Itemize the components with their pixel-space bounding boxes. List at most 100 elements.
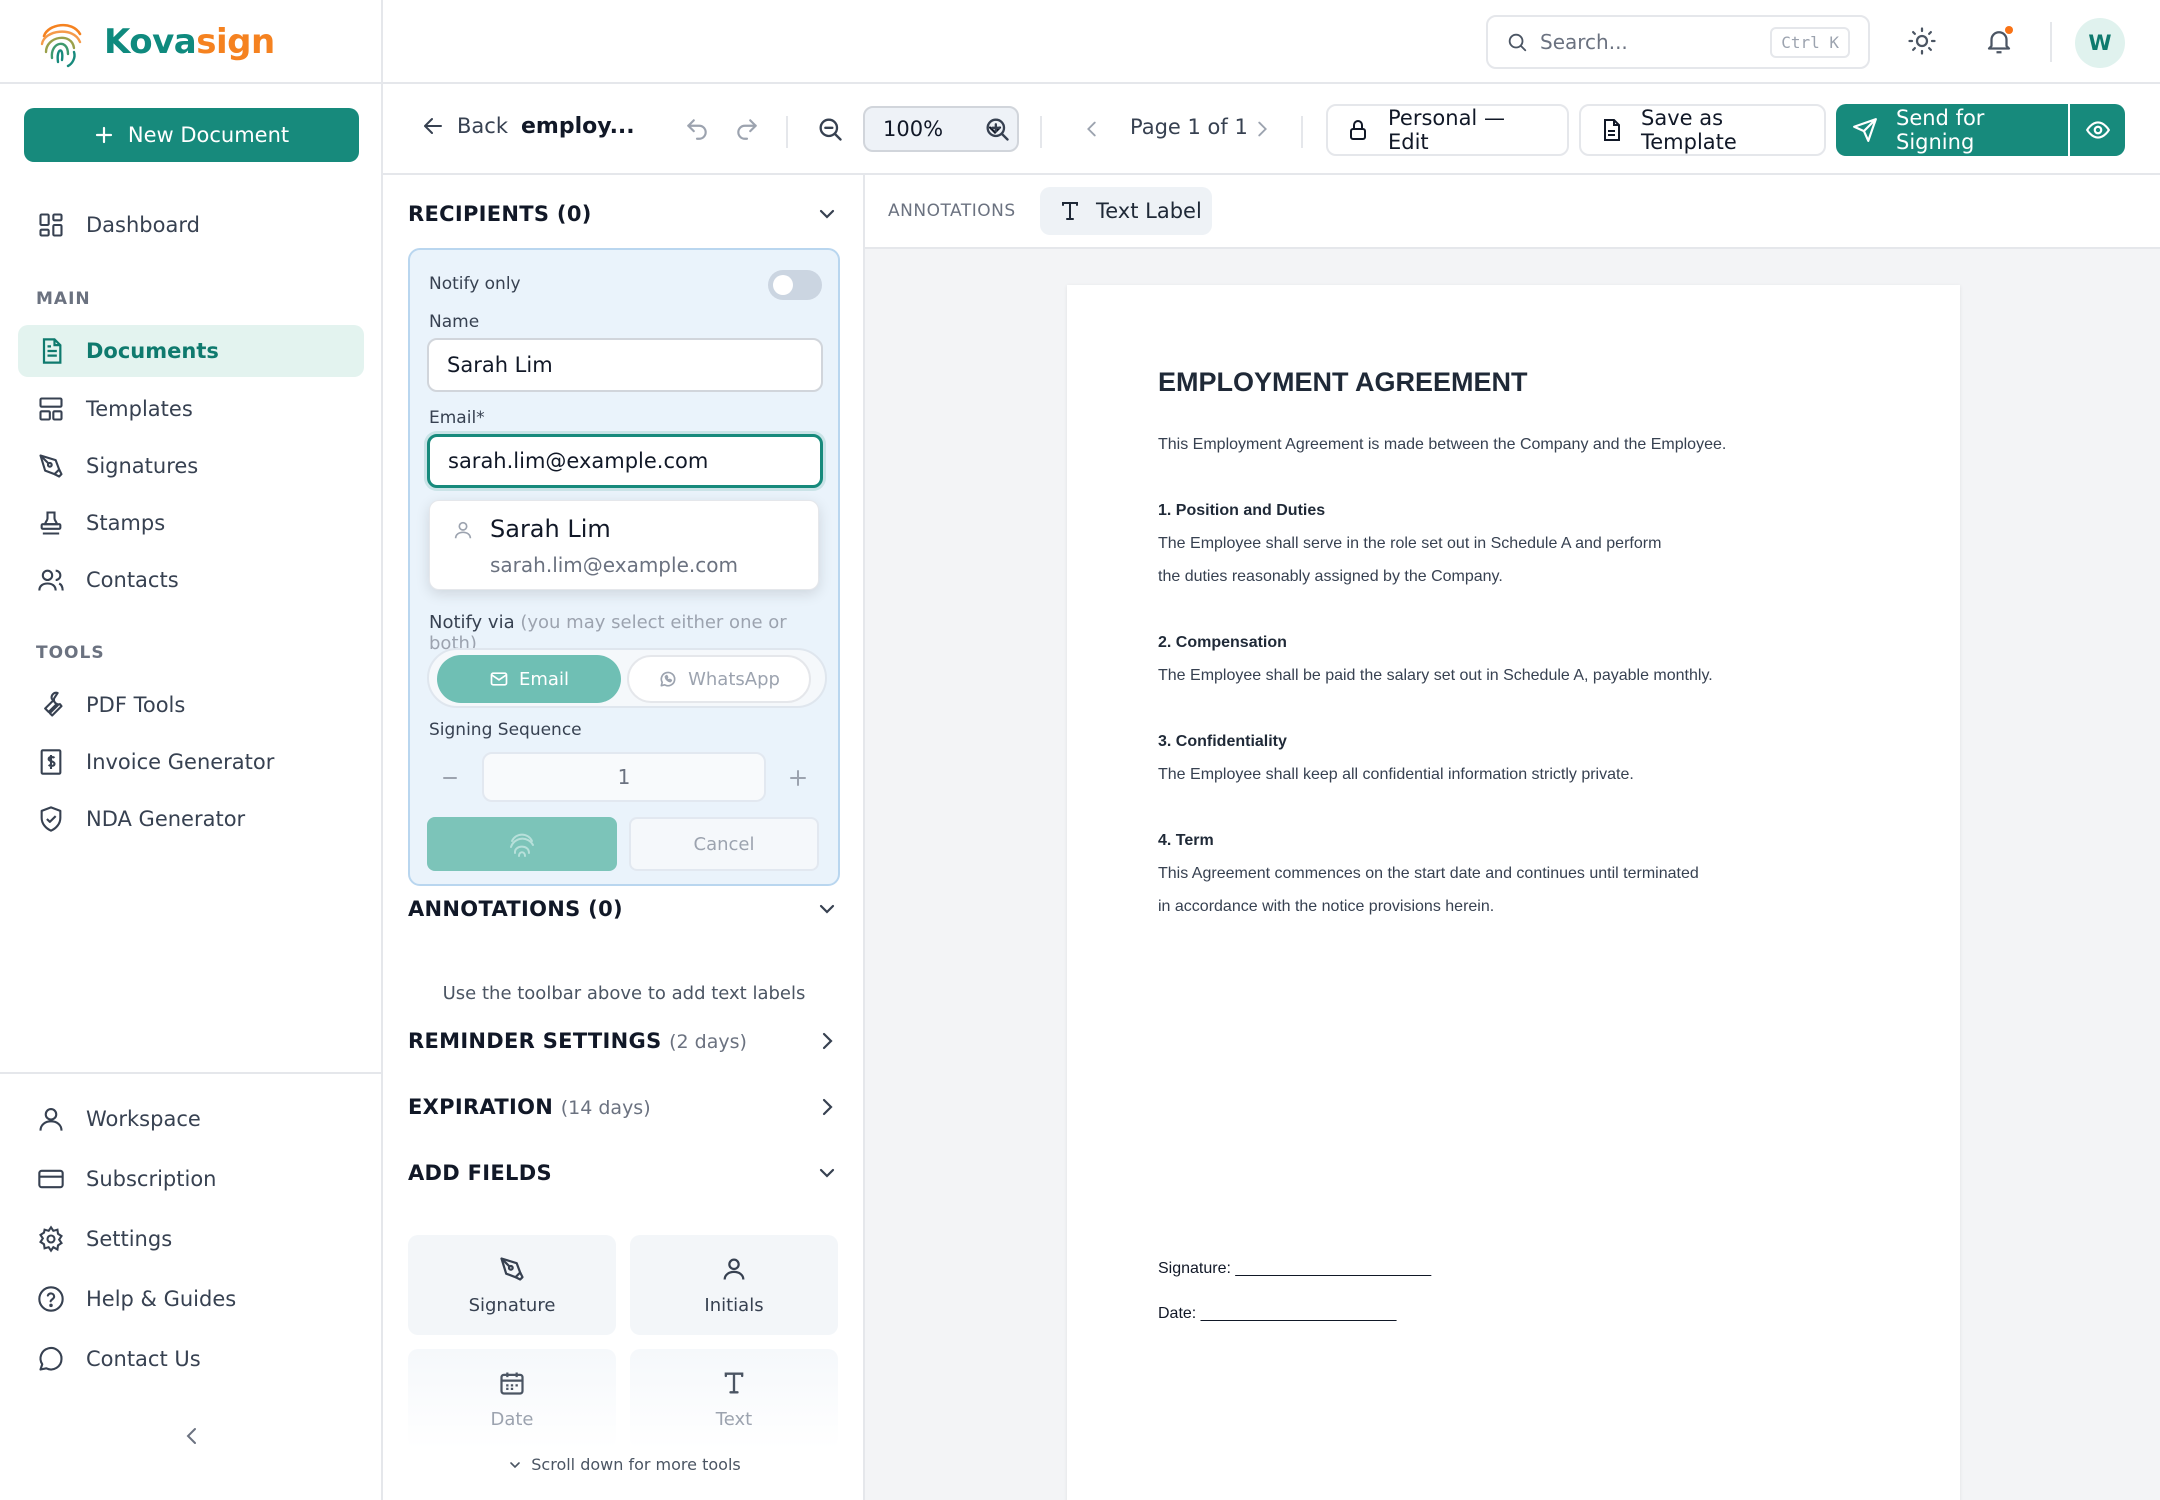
sidebar-item-contacts[interactable]: Contacts	[18, 554, 364, 606]
access-mode-button[interactable]: Personal — Edit	[1326, 104, 1569, 156]
sidebar-item-dashboard[interactable]: Dashboard	[18, 199, 364, 251]
document-canvas[interactable]: EMPLOYMENT AGREEMENT This Employment Agr…	[865, 249, 2160, 1500]
annotation-toolbar: ANNOTATIONS Text Label	[865, 175, 2160, 249]
text-icon	[720, 1369, 748, 1397]
brand-logo[interactable]: Kovasign	[34, 14, 275, 70]
sidebar-item-subscription[interactable]: Subscription	[18, 1153, 364, 1205]
recipients-header[interactable]: RECIPIENTS (0)	[408, 202, 592, 226]
sidebar-item-invoice-generator[interactable]: Invoice Generator	[18, 736, 364, 788]
plus-icon	[94, 125, 114, 145]
send-for-signing-button[interactable]: Send for Signing	[1836, 104, 2068, 156]
field-text-button[interactable]: Text	[630, 1349, 838, 1449]
collapse-sidebar-button[interactable]	[180, 1424, 204, 1448]
reminder-settings-header[interactable]: REMINDER SETTINGS (2 days)	[408, 1029, 747, 1053]
divider	[0, 82, 383, 84]
settings-panel: RECIPIENTS (0) Notify only Name Sarah Li…	[383, 175, 865, 1500]
redo-button[interactable]	[730, 112, 764, 146]
chevron-down-icon	[815, 897, 839, 921]
theme-toggle-button[interactable]	[1904, 23, 1940, 59]
search-input[interactable]: Search... Ctrl K	[1486, 15, 1870, 69]
page-indicator: Page 1 of 1	[1130, 115, 1248, 139]
field-signature-button[interactable]: Signature	[408, 1235, 616, 1335]
reminder-settings-toggle[interactable]	[815, 1029, 839, 1053]
notifications-button[interactable]	[1981, 23, 2017, 59]
expiration-toggle[interactable]	[815, 1095, 839, 1119]
date-line: Date: ______________________	[1158, 1305, 1397, 1322]
back-button[interactable]: Back	[421, 114, 508, 138]
signing-sequence-input[interactable]: 1	[482, 752, 766, 802]
notify-channel-selector: Email WhatsApp	[427, 648, 827, 708]
text-label-button[interactable]: Text Label	[1040, 187, 1212, 235]
sidebar-item-templates[interactable]: Templates	[18, 383, 364, 435]
document-heading: EMPLOYMENT AGREEMENT	[1158, 367, 1528, 397]
expiration-header[interactable]: EXPIRATION (14 days)	[408, 1095, 651, 1119]
access-mode-label: Personal — Edit	[1388, 106, 1505, 154]
increment-button[interactable]	[788, 768, 808, 788]
sidebar-item-label: Signatures	[86, 454, 199, 478]
zoom-in-button[interactable]	[980, 112, 1014, 146]
annotations-header[interactable]: ANNOTATIONS (0)	[408, 897, 623, 921]
email-field[interactable]: sarah.lim@example.com	[427, 434, 823, 488]
zoom-out-button[interactable]	[813, 112, 847, 146]
sidebar-item-label: Help & Guides	[86, 1287, 237, 1311]
sidebar-item-signatures[interactable]: Signatures	[18, 440, 364, 492]
field-initials-button[interactable]: Initials	[630, 1235, 838, 1335]
add-fields-toggle[interactable]	[815, 1161, 839, 1185]
person-icon	[452, 519, 474, 541]
add-recipient-button[interactable]	[427, 817, 617, 871]
save-as-template-button[interactable]: Save as Template	[1579, 104, 1826, 156]
channel-whatsapp-label: WhatsApp	[688, 668, 780, 690]
document-paragraph: This Agreement commences on the start da…	[1158, 865, 1699, 882]
annotations-toggle[interactable]	[815, 897, 839, 921]
sidebar-item-label: PDF Tools	[86, 693, 186, 717]
cancel-button[interactable]: Cancel	[629, 817, 819, 871]
undo-button[interactable]	[680, 112, 714, 146]
next-page-button[interactable]	[1245, 112, 1279, 146]
pen-icon	[498, 1255, 526, 1283]
plus-icon	[788, 768, 808, 788]
name-value: Sarah Lim	[447, 353, 553, 377]
avatar[interactable]: W	[2075, 18, 2125, 68]
add-fields-header[interactable]: ADD FIELDS	[408, 1161, 552, 1185]
sidebar-item-stamps[interactable]: Stamps	[18, 497, 364, 549]
sidebar-item-settings[interactable]: Settings	[18, 1213, 364, 1265]
sidebar-item-pdf-tools[interactable]: PDF Tools	[18, 679, 364, 731]
name-field[interactable]: Sarah Lim	[427, 338, 823, 392]
search-placeholder: Search...	[1540, 30, 1628, 54]
back-label: Back	[457, 114, 508, 138]
contact-suggestion[interactable]: Sarah Lim sarah.lim@example.com	[429, 500, 819, 590]
sidebar-item-label: Invoice Generator	[86, 750, 275, 774]
sidebar-item-label: Contact Us	[86, 1347, 201, 1371]
channel-email-button[interactable]: Email	[437, 655, 621, 703]
dashboard-icon	[36, 210, 66, 240]
preview-button[interactable]	[2070, 104, 2125, 156]
redo-icon	[734, 116, 760, 142]
recipient-form: Notify only Name Sarah Lim Email* sarah.…	[408, 248, 840, 886]
section-heading: 4. Term	[1158, 832, 1214, 849]
sidebar-item-help[interactable]: Help & Guides	[18, 1273, 364, 1325]
recipients-toggle[interactable]	[815, 202, 839, 226]
sidebar-item-label: Stamps	[86, 511, 166, 535]
text-icon	[1058, 199, 1082, 223]
prev-page-button[interactable]	[1075, 112, 1109, 146]
sidebar-item-nda-generator[interactable]: NDA Generator	[18, 793, 364, 845]
chevron-left-icon	[1081, 118, 1103, 140]
notify-only-toggle[interactable]	[768, 270, 822, 300]
editor-toolbar: Back employ... 100% Page 1 of 1 Personal…	[383, 84, 2160, 174]
template-icon	[36, 394, 66, 424]
channel-whatsapp-button[interactable]: WhatsApp	[627, 655, 811, 703]
divider	[1301, 116, 1303, 148]
field-date-button[interactable]: Date	[408, 1349, 616, 1449]
sidebar-item-contact-us[interactable]: Contact Us	[18, 1333, 364, 1385]
sidebar-item-workspace[interactable]: Workspace	[18, 1093, 364, 1145]
decrement-button[interactable]	[440, 768, 460, 788]
save-as-template-label: Save as Template	[1641, 106, 1737, 154]
sidebar-item-documents[interactable]: Documents	[18, 325, 364, 377]
shortcut-hint: Ctrl K	[1770, 27, 1850, 58]
search-icon	[1506, 31, 1528, 53]
chevron-down-icon	[815, 202, 839, 226]
notify-only-label: Notify only	[429, 274, 521, 294]
zoom-value: 100%	[883, 117, 944, 141]
new-document-button[interactable]: New Document	[24, 108, 359, 162]
document-page[interactable]: EMPLOYMENT AGREEMENT This Employment Agr…	[1067, 285, 1960, 1500]
